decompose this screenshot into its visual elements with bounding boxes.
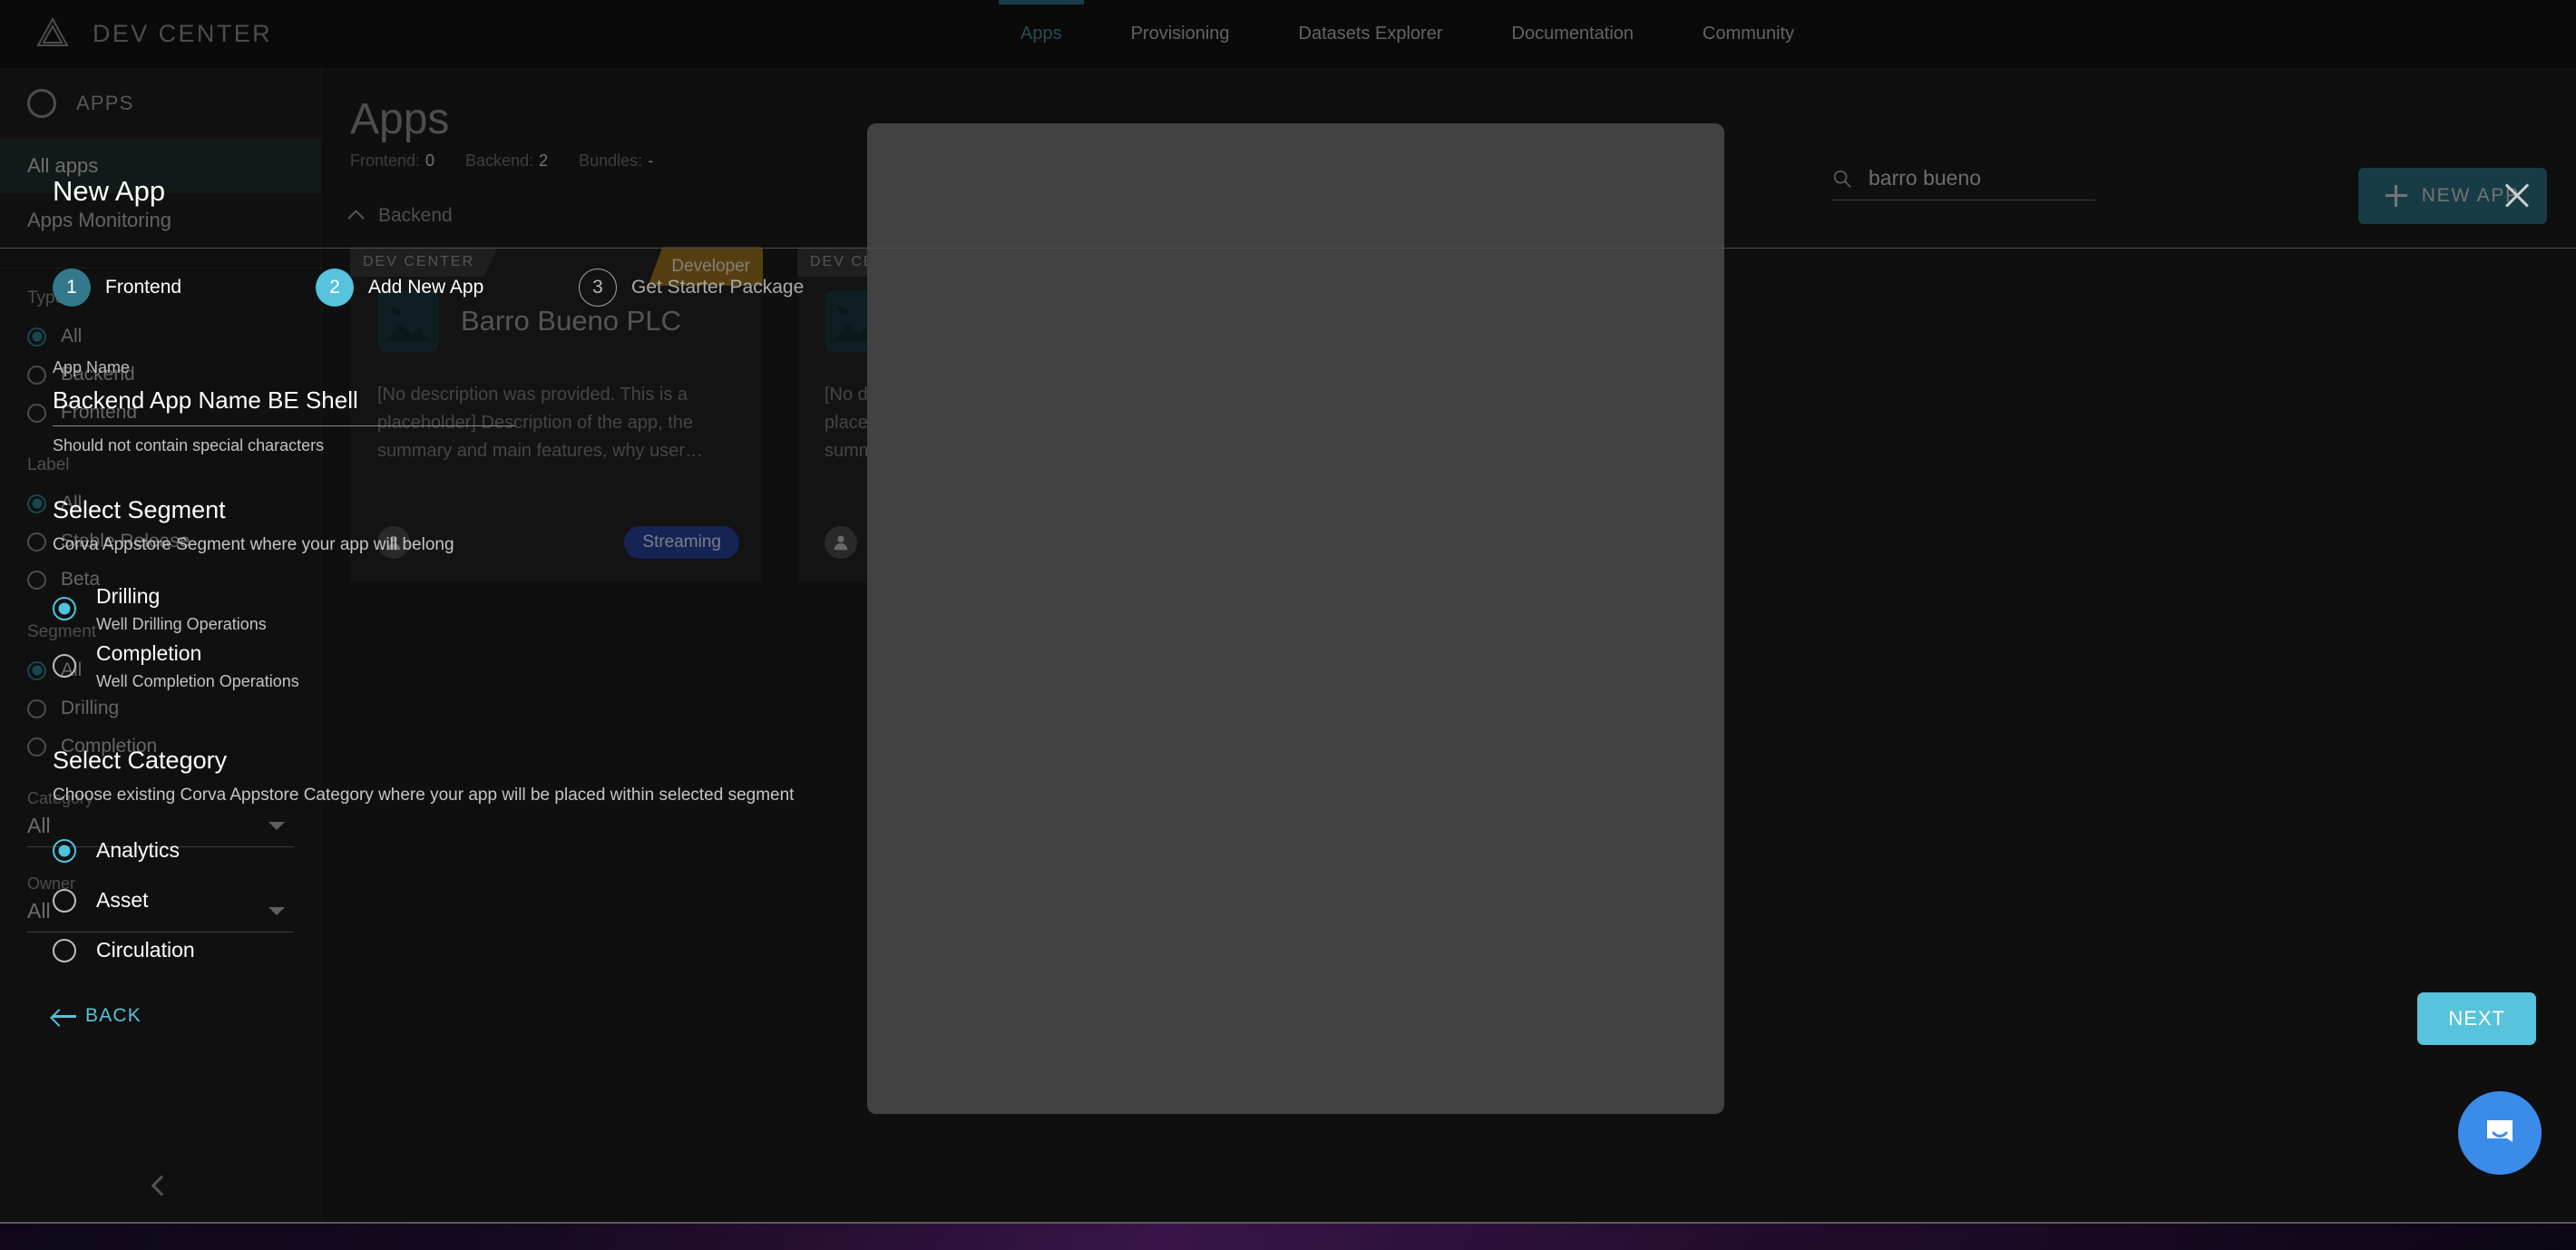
browser-viewport: DEV CENTER Apps Provisioning Datasets Ex… [0, 0, 2576, 1224]
modal-stepper: 1 Frontend 2 Add New App 3 Get Starter P… [53, 269, 2540, 307]
select-segment-section: Select Segment Corva Appstore Segment wh… [53, 496, 2536, 691]
step-2-label: Add New App [368, 277, 484, 298]
close-icon[interactable] [2502, 180, 2532, 210]
step-3-label: Get Starter Package [631, 277, 805, 298]
step-1-number: 1 [53, 269, 91, 307]
step-1-frontend[interactable]: 1 Frontend [53, 269, 316, 307]
select-category-section: Select Category Choose existing Corva Ap… [53, 747, 2536, 962]
radio-icon [53, 888, 76, 913]
step-3-get-starter-package[interactable]: 3 Get Starter Package [579, 269, 804, 307]
radio-icon [53, 938, 76, 962]
segment-option-sub: Well Completion Operations [96, 672, 299, 690]
select-segment-title: Select Segment [53, 496, 226, 523]
select-category-subtitle: Choose existing Corva Appstore Category … [53, 786, 795, 805]
select-segment-subtitle: Corva Appstore Segment where your app wi… [53, 535, 454, 554]
segment-option-label: Drilling [96, 584, 161, 608]
modal-divider [0, 248, 2576, 249]
next-button[interactable]: NEXT [2417, 992, 2536, 1045]
step-2-add-new-app[interactable]: 2 Add New App [316, 269, 579, 307]
chat-launcher-button[interactable] [2458, 1091, 2542, 1175]
category-option-analytics[interactable]: Analytics [53, 838, 2536, 863]
segment-option-drilling[interactable]: Drilling Well Drilling Operations [53, 584, 2536, 634]
category-option-circulation[interactable]: Circulation [53, 938, 2536, 962]
category-option-label: Asset [96, 888, 149, 912]
app-name-caption: App Name [53, 358, 131, 376]
select-category-title: Select Category [53, 747, 228, 774]
segment-option-label: Completion [96, 641, 202, 665]
modal-title: New App [53, 175, 166, 207]
back-button-label: BACK [85, 1005, 141, 1026]
step-3-number: 3 [579, 269, 617, 307]
radio-icon [53, 597, 76, 620]
app-name-hint: Should not contain special characters [53, 436, 325, 454]
radio-icon [53, 654, 76, 678]
back-button[interactable]: BACK [53, 1005, 141, 1027]
step-1-label: Frontend [105, 277, 182, 298]
radio-icon [53, 838, 76, 863]
category-option-label: Analytics [96, 838, 181, 862]
category-option-asset[interactable]: Asset [53, 888, 2536, 913]
app-name-input[interactable]: Backend App Name BE Shell [53, 377, 515, 426]
next-button-label: NEXT [2448, 1007, 2505, 1030]
segment-option-completion[interactable]: Completion Well Completion Operations [53, 641, 2536, 691]
arrow-left-icon [53, 1008, 76, 1024]
chat-bubble-icon [2487, 1120, 2513, 1142]
app-name-field-block: App Name Backend App Name BE Shell Shoul… [53, 358, 515, 455]
step-2-number: 2 [316, 269, 354, 307]
category-option-label: Circulation [96, 938, 195, 962]
segment-option-sub: Well Drilling Operations [96, 615, 267, 633]
